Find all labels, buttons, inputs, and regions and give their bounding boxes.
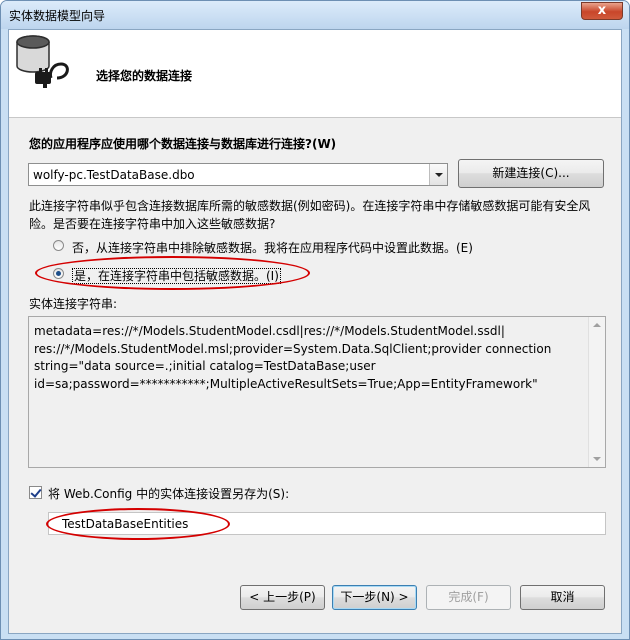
finish-button[interactable]: 完成(F)	[426, 585, 511, 610]
connection-dropdown[interactable]: wolfy-pc.TestDataBase.dbo	[28, 163, 448, 186]
back-button[interactable]: < 上一步(P)	[240, 585, 325, 610]
wizard-header: 选择您的数据连接	[9, 30, 621, 118]
radio-button-exclude[interactable]	[53, 240, 64, 251]
next-button[interactable]: 下一步(N) >	[332, 585, 417, 610]
close-icon: x	[597, 3, 607, 18]
radio-exclude-label: 否，从连接字符串中排除敏感数据。我将在应用程序代码中设置此数据。(E)	[72, 241, 473, 255]
sensitive-data-notice: 此连接字符串似乎包含连接数据库所需的敏感数据(例如密码)。在连接字符串中存储敏感…	[29, 199, 591, 231]
connection-string-box[interactable]: metadata=res://*/Models.StudentModel.csd…	[28, 316, 606, 468]
scroll-up-icon[interactable]	[593, 323, 601, 327]
save-config-label: 将 Web.Config 中的实体连接设置另存为(S):	[48, 487, 290, 501]
wizard-window: 实体数据模型向导 x 选择您的数据连接 您的应用程序应使用哪个数据连接与数据库进…	[0, 0, 630, 640]
highlight-ellipse-include	[35, 256, 310, 290]
connection-dropdown-value: wolfy-pc.TestDataBase.dbo	[33, 168, 195, 182]
wizard-client-area: 选择您的数据连接 您的应用程序应使用哪个数据连接与数据库进行连接?(W) wol…	[8, 29, 622, 634]
highlight-ellipse-entity	[46, 508, 230, 540]
connection-question: 您的应用程序应使用哪个数据连接与数据库进行连接?(W)	[29, 137, 337, 151]
new-connection-button[interactable]: 新建连接(C)...	[458, 159, 604, 188]
connection-string-scrollbar[interactable]	[588, 317, 605, 467]
cancel-button[interactable]: 取消	[520, 585, 605, 610]
page-title: 选择您的数据连接	[96, 69, 193, 83]
title-bar[interactable]: 实体数据模型向导 x	[1, 1, 629, 29]
close-button[interactable]: x	[581, 2, 623, 20]
scroll-down-icon[interactable]	[593, 457, 601, 461]
database-plug-icon	[16, 35, 69, 88]
connection-string-text: metadata=res://*/Models.StudentModel.csd…	[34, 324, 552, 391]
connection-string-label: 实体连接字符串:	[29, 297, 118, 311]
chevron-down-icon[interactable]	[429, 164, 447, 185]
window-title: 实体数据模型向导	[9, 9, 106, 23]
save-config-checkbox[interactable]	[29, 486, 42, 499]
